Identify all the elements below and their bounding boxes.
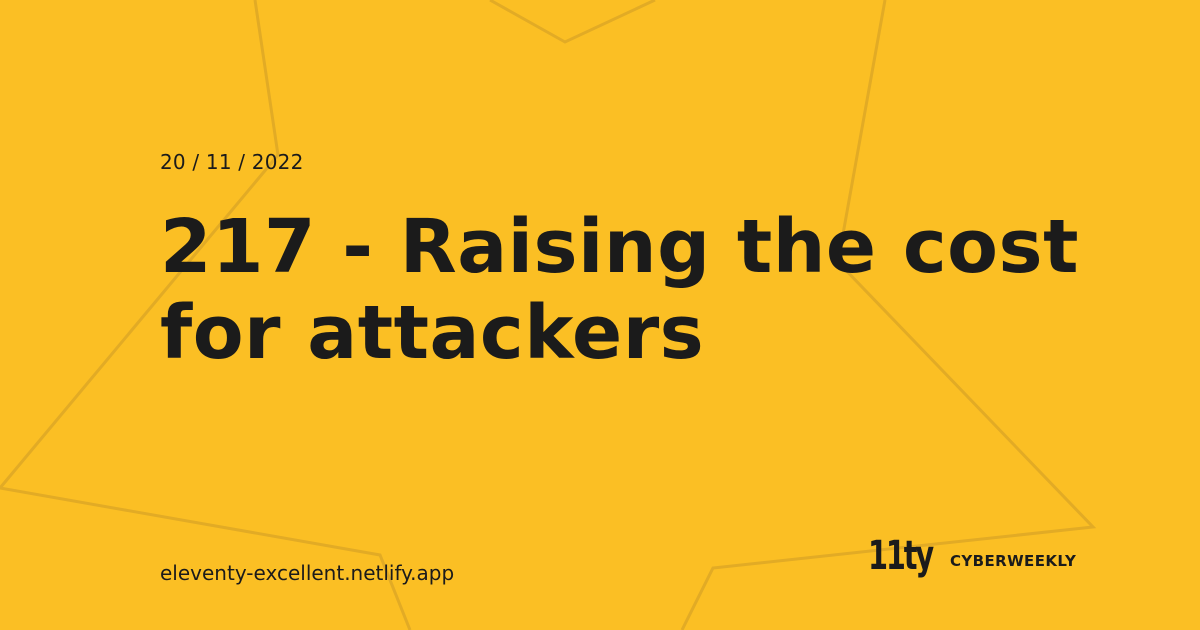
post-title: 217 - Raising the cost for attackers: [160, 204, 1079, 376]
brand-name: CYBERWEEKLY: [950, 552, 1077, 570]
social-card: 20 / 11 / 2022 217 - Raising the cost fo…: [0, 0, 1200, 630]
brand: 11ty CYBERWEEKLY: [868, 534, 1076, 578]
site-url: eleventy-excellent.netlify.app: [160, 561, 455, 585]
post-date: 20 / 11 / 2022: [160, 150, 304, 174]
eleventy-logo: 11ty: [868, 533, 934, 579]
star-outline-path-top: [489, 0, 656, 44]
